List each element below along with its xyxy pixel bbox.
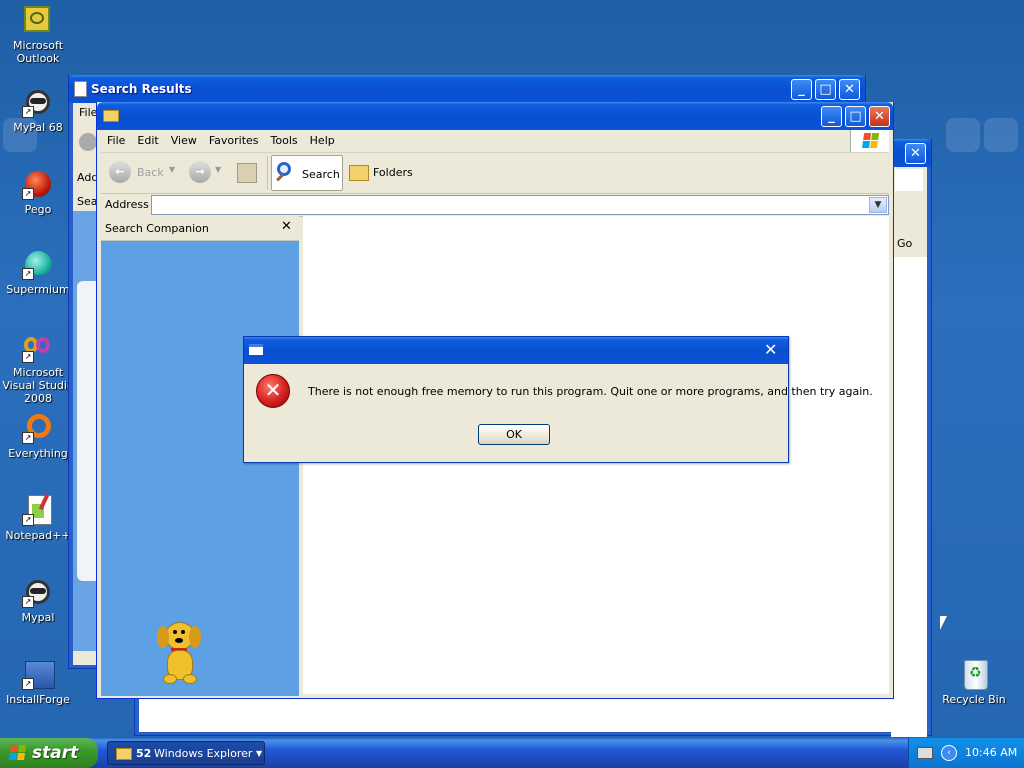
folders-icon — [349, 165, 369, 181]
installforge-icon: ↗ — [22, 658, 55, 690]
maximize-button[interactable]: □ — [815, 79, 836, 100]
shortcut-arrow-icon: ↗ — [22, 106, 34, 118]
shortcut-arrow-icon: ↗ — [22, 432, 34, 444]
desktop-tile — [946, 118, 980, 152]
shortcut-arrow-icon: ↗ — [22, 188, 34, 200]
visual-studio-icon: ↗ — [22, 331, 54, 363]
dialog-titlebar[interactable]: ✕ — [244, 337, 788, 364]
desktop-icon-everything[interactable]: ↗ Everything — [0, 412, 76, 460]
error-icon: ✕ — [256, 374, 290, 408]
shortcut-arrow-icon: ↗ — [22, 678, 34, 690]
desktop-icon-mypal[interactable]: ↗ Mypal — [0, 576, 76, 624]
dropdown-arrow-icon: ▼ — [169, 165, 176, 174]
window-icon — [249, 344, 263, 355]
pego-icon: ↗ — [22, 168, 54, 200]
shortcut-arrow-icon: ↗ — [22, 351, 34, 363]
ok-button[interactable]: OK — [478, 424, 550, 445]
notepadpp-icon: ↗ — [22, 493, 54, 526]
folder-icon — [116, 748, 132, 760]
close-button[interactable]: ✕ — [869, 106, 890, 127]
raccoon-icon: ↗ — [22, 576, 54, 608]
shortcut-arrow-icon: ↗ — [22, 514, 34, 526]
dropdown-arrow-icon: ▼ — [256, 749, 263, 758]
show-hidden-icons-button[interactable]: ‹ — [941, 745, 957, 761]
windows-flag-icon — [9, 745, 27, 761]
keyboard-icon[interactable] — [917, 747, 933, 759]
menu-help[interactable]: Help — [304, 130, 341, 147]
minimize-button[interactable]: _ — [791, 79, 812, 100]
search-results-titlebar[interactable]: Search Results _ □ ✕ — [69, 75, 865, 103]
close-button[interactable]: ✕ — [839, 79, 860, 100]
folder-icon — [103, 110, 119, 122]
desktop-icon-outlook[interactable]: Microsoft Outlook — [0, 4, 76, 65]
up-folder-button[interactable] — [235, 155, 261, 189]
back-arrow-icon: ← — [109, 161, 131, 183]
shortcut-arrow-icon: ↗ — [22, 596, 34, 608]
mouse-cursor-icon — [940, 616, 947, 630]
desktop: { "desktop_icons":[ {"label":"Microsoft … — [0, 0, 1024, 768]
document-icon — [74, 81, 87, 97]
back-button[interactable]: ← Back ▼ — [107, 155, 177, 189]
menu-bar: File Edit View Favorites Tools Help — [101, 130, 889, 153]
start-button[interactable]: start — [0, 738, 98, 768]
forward-arrow-icon: → — [189, 161, 211, 183]
outlook-icon — [22, 4, 54, 36]
dialog-close-button[interactable]: ✕ — [764, 340, 777, 359]
desktop-icon-supermium[interactable]: ↗ Supermium — [0, 248, 76, 296]
menu-favorites[interactable]: Favorites — [203, 130, 265, 147]
address-bar: Address ▼ — [101, 194, 889, 217]
toolbar: ← Back ▼ → ▼ Search Folders — [101, 153, 889, 194]
back-arrow-icon[interactable] — [79, 133, 97, 151]
error-dialog[interactable]: ✕ ✕ There is not enough free memory to r… — [243, 336, 873, 463]
desktop-icon-pego[interactable]: ↗ Pego — [0, 168, 76, 216]
desktop-icon-recycle-bin[interactable]: ♻ Recycle Bin — [936, 658, 1012, 706]
desktop-icon-installforge[interactable]: ↗ InstallForge — [0, 658, 76, 706]
dropdown-arrow-icon: ▼ — [215, 165, 222, 174]
forward-button[interactable]: → ▼ — [187, 155, 223, 189]
folders-button[interactable]: Folders — [345, 155, 415, 189]
search-companion-header: Search Companion ✕ — [101, 216, 299, 241]
raccoon-icon: ↗ — [22, 86, 54, 118]
search-dog-icon[interactable] — [151, 618, 207, 690]
menu-file[interactable]: File — [101, 130, 131, 147]
close-pane-icon[interactable]: ✕ — [281, 219, 292, 234]
menu-view[interactable]: View — [165, 130, 203, 147]
recycle-bin-icon: ♻ — [958, 658, 990, 690]
system-tray: ‹ 10:46 AM — [908, 738, 1024, 768]
desktop-icon-notepadpp[interactable]: ↗ Notepad++ — [0, 493, 76, 542]
supermium-icon: ↗ — [22, 248, 54, 280]
maximize-button[interactable]: □ — [845, 106, 866, 127]
address-dropdown-icon[interactable]: ▼ — [869, 197, 887, 213]
search-button[interactable]: Search — [271, 155, 343, 191]
desktop-icon-visual-studio[interactable]: ↗ Microsoft Visual Studio 2008 — [0, 331, 76, 405]
menu-edit[interactable]: Edit — [131, 130, 164, 147]
menu-tools[interactable]: Tools — [265, 130, 304, 147]
shortcut-arrow-icon: ↗ — [22, 268, 34, 280]
address-input[interactable]: ▼ — [151, 195, 889, 215]
taskbar: start 52 Windows Explorer ▼ ‹ 10:46 AM — [0, 738, 1024, 768]
search-icon — [277, 162, 291, 176]
up-folder-icon — [237, 163, 257, 183]
close-button[interactable]: ✕ — [905, 143, 926, 164]
taskbar-button-explorer[interactable]: 52 Windows Explorer ▼ — [107, 741, 265, 765]
dialog-message: There is not enough free memory to run t… — [308, 385, 873, 398]
desktop-tile — [984, 118, 1018, 152]
windows-logo-icon — [850, 130, 889, 152]
explorer-titlebar[interactable]: _ □ ✕ — [97, 102, 893, 130]
everything-icon: ↗ — [22, 412, 54, 444]
desktop-icon-mypal68[interactable]: ↗ MyPal 68 — [0, 86, 76, 134]
windows-logo-icon — [895, 169, 923, 191]
minimize-button[interactable]: _ — [821, 106, 842, 127]
